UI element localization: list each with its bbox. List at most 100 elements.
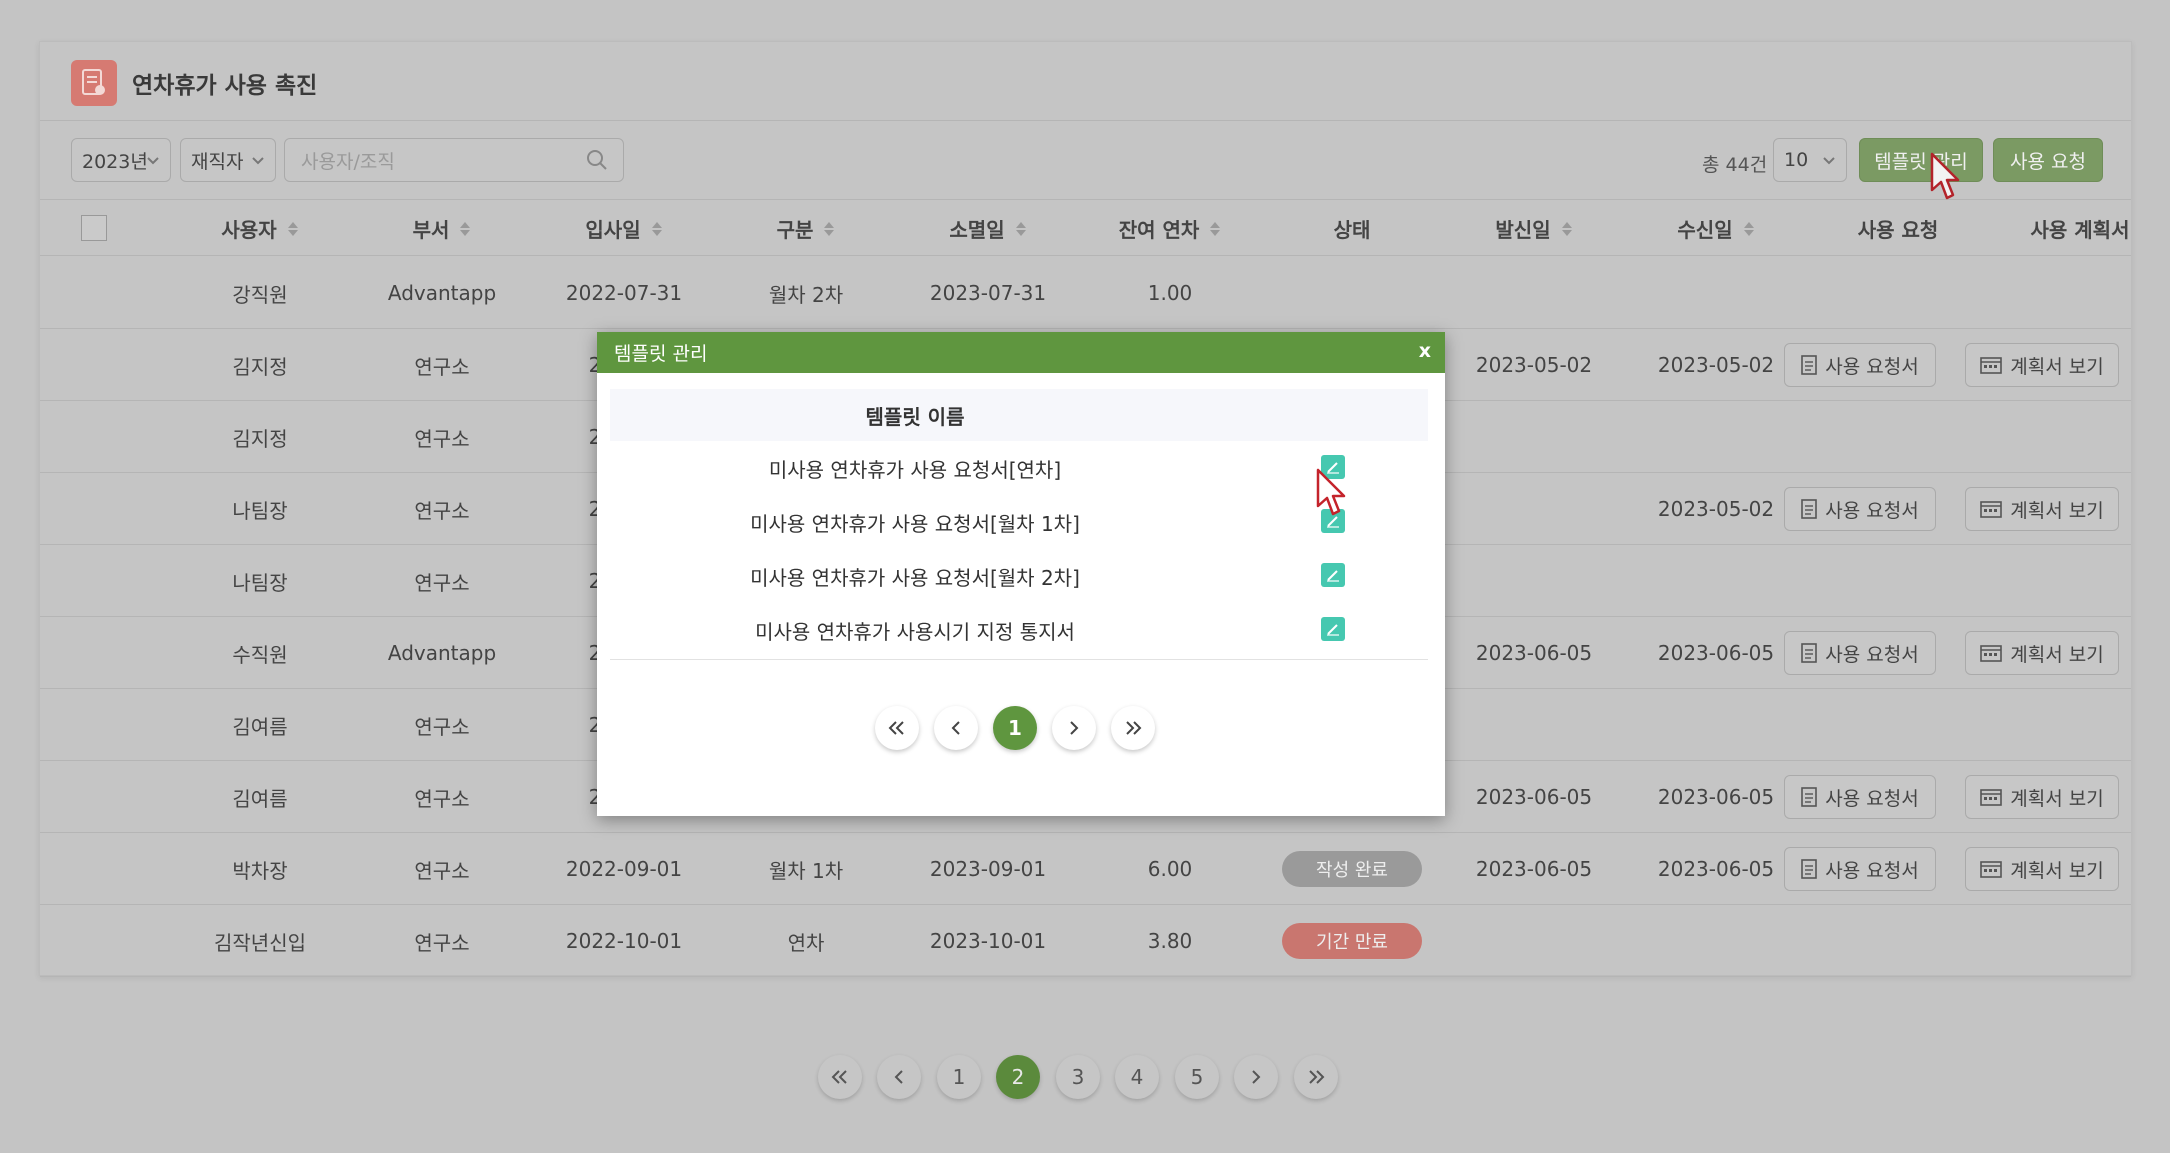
edit-template-button[interactable] bbox=[1321, 563, 1345, 587]
modal-header: 템플릿 관리 x bbox=[597, 332, 1445, 373]
edit-template-button[interactable] bbox=[1321, 617, 1345, 641]
modal-last-page-button[interactable] bbox=[1111, 706, 1155, 750]
status-select-value: 재직자 bbox=[191, 150, 244, 173]
cell-dept: Advantapp bbox=[387, 641, 497, 665]
year-select[interactable]: 2023년 bbox=[71, 138, 171, 182]
double-chevron-right-icon bbox=[1309, 1070, 1325, 1084]
table-row[interactable]: 김작년신입 연구소 2022-10-01 연차 2023-10-01 3.80 기간 만료 bbox=[40, 905, 2131, 977]
divider bbox=[610, 659, 1428, 660]
file-icon bbox=[1801, 787, 1818, 807]
col-type-label: 구분 bbox=[776, 218, 814, 242]
chevron-left-icon bbox=[951, 721, 960, 735]
cell-type: 월차 1차 bbox=[768, 858, 844, 883]
col-user[interactable]: 사용자 bbox=[170, 200, 350, 257]
modal-prev-page-button[interactable] bbox=[934, 706, 978, 750]
modal-title: 템플릿 관리 bbox=[614, 343, 708, 365]
cell-user: 김지정 bbox=[232, 426, 288, 451]
col-type[interactable]: 구분 bbox=[716, 200, 896, 257]
select-all-checkbox[interactable] bbox=[81, 215, 107, 241]
cell-expire: 2023-09-01 bbox=[929, 857, 1047, 881]
cell-dept: 연구소 bbox=[414, 498, 470, 523]
view-plan-button[interactable]: 계획서 보기 bbox=[1965, 631, 2119, 675]
page-2-button[interactable]: 2 bbox=[996, 1055, 1040, 1099]
cell-user: 김여름 bbox=[232, 714, 288, 739]
use-request-doc-label: 사용 요청서 bbox=[1825, 859, 1919, 882]
file-icon bbox=[1801, 859, 1818, 879]
use-request-doc-button[interactable]: 사용 요청서 bbox=[1784, 487, 1936, 531]
use-request-doc-label: 사용 요청서 bbox=[1825, 643, 1919, 666]
template-row: 미사용 연차휴가 사용시기 지정 통지서 bbox=[610, 603, 1428, 657]
view-plan-button[interactable]: 계획서 보기 bbox=[1965, 343, 2119, 387]
col-sent[interactable]: 발신일 bbox=[1444, 200, 1624, 257]
prev-page-button[interactable] bbox=[877, 1055, 921, 1099]
close-button[interactable]: x bbox=[1419, 340, 1431, 362]
view-plan-button[interactable]: 계획서 보기 bbox=[1965, 847, 2119, 891]
use-request-doc-label: 사용 요청서 bbox=[1825, 499, 1919, 522]
cell-received: 2023-05-02 bbox=[1657, 353, 1775, 377]
page-5-button[interactable]: 5 bbox=[1175, 1055, 1219, 1099]
cell-received: 2023-06-05 bbox=[1657, 785, 1775, 809]
card-header: 연차휴가 사용 촉진 bbox=[40, 42, 2131, 121]
employment-status-select[interactable]: 재직자 bbox=[180, 138, 276, 182]
cell-dept: 연구소 bbox=[414, 426, 470, 451]
use-request-doc-button[interactable]: 사용 요청서 bbox=[1784, 343, 1936, 387]
col-status-label: 상태 bbox=[1333, 218, 1371, 242]
col-dept[interactable]: 부서 bbox=[352, 200, 532, 257]
file-icon bbox=[1801, 643, 1818, 663]
use-request-doc-button[interactable]: 사용 요청서 bbox=[1784, 847, 1936, 891]
cell-dept: Advantapp bbox=[387, 281, 497, 305]
cell-join-date: 2022-07-31 bbox=[565, 281, 683, 305]
first-page-button[interactable] bbox=[818, 1055, 862, 1099]
cell-user: 나팀장 bbox=[232, 570, 288, 595]
cell-received: 2023-06-05 bbox=[1657, 641, 1775, 665]
calendar-icon bbox=[1980, 861, 2003, 878]
view-plan-button[interactable]: 계획서 보기 bbox=[1965, 487, 2119, 531]
cell-remaining: 3.80 bbox=[1147, 929, 1193, 953]
search-input[interactable]: 사용자/조직 bbox=[284, 138, 624, 182]
cell-dept: 연구소 bbox=[414, 354, 470, 379]
cell-sent bbox=[1444, 401, 1624, 473]
status-badge: 작성 완료 bbox=[1282, 851, 1422, 887]
cell-expire: 2023-10-01 bbox=[929, 929, 1047, 953]
template-name: 미사용 연차휴가 사용 요청서[연차] bbox=[768, 457, 1062, 482]
cell-type: 월차 2차 bbox=[768, 282, 844, 307]
chevron-down-icon bbox=[252, 157, 264, 165]
view-plan-label: 계획서 보기 bbox=[2010, 787, 2104, 810]
toolbar: 2023년 재직자 사용자/조직 총 44건 10 템플릿 관리 사용 요청 bbox=[40, 138, 2131, 188]
cell-received bbox=[1626, 689, 1806, 761]
col-join-date[interactable]: 입사일 bbox=[534, 200, 714, 257]
page-size-select[interactable]: 10 bbox=[1773, 138, 1847, 182]
page-3-button[interactable]: 3 bbox=[1056, 1055, 1100, 1099]
cell-user: 김여름 bbox=[232, 786, 288, 811]
page-1-button[interactable]: 1 bbox=[937, 1055, 981, 1099]
use-request-doc-label: 사용 요청서 bbox=[1825, 787, 1919, 810]
cell-received: 2023-05-02 bbox=[1657, 497, 1775, 521]
use-request-button[interactable]: 사용 요청 bbox=[1993, 138, 2103, 182]
search-icon[interactable] bbox=[585, 148, 609, 172]
total-count: 총 44건 bbox=[1702, 154, 1768, 176]
last-page-button[interactable] bbox=[1294, 1055, 1338, 1099]
table-row[interactable]: 박차장 연구소 2022-09-01 월차 1차 2023-09-01 6.00 2023-… bbox=[40, 833, 2131, 905]
use-request-doc-label: 사용 요청서 bbox=[1825, 355, 1919, 378]
use-request-doc-button[interactable]: 사용 요청서 bbox=[1784, 775, 1936, 819]
modal-next-page-button[interactable] bbox=[1052, 706, 1096, 750]
modal-page-1-button[interactable]: 1 bbox=[993, 706, 1037, 750]
calendar-icon bbox=[1980, 357, 2003, 374]
table-row[interactable]: 강직원 Advantapp 2022-07-31 월차 2차 2023-07-31 1.0… bbox=[40, 257, 2131, 329]
template-row: 미사용 연차휴가 사용 요청서[월차 1차] bbox=[610, 495, 1428, 549]
col-expire[interactable]: 소멸일 bbox=[898, 200, 1078, 257]
view-plan-button[interactable]: 계획서 보기 bbox=[1965, 775, 2119, 819]
col-remaining[interactable]: 잔여 연차 bbox=[1080, 200, 1260, 257]
page-4-button[interactable]: 4 bbox=[1115, 1055, 1159, 1099]
view-plan-label: 계획서 보기 bbox=[2010, 355, 2104, 378]
calendar-icon bbox=[1980, 789, 2003, 806]
next-page-button[interactable] bbox=[1234, 1055, 1278, 1099]
col-received[interactable]: 수신일 bbox=[1626, 200, 1806, 257]
use-request-doc-button[interactable]: 사용 요청서 bbox=[1784, 631, 1936, 675]
cell-dept: 연구소 bbox=[414, 858, 470, 883]
sort-icon bbox=[287, 221, 298, 236]
chevron-left-icon bbox=[894, 1070, 903, 1084]
modal-first-page-button[interactable] bbox=[875, 706, 919, 750]
template-manage-button[interactable]: 템플릿 관리 bbox=[1859, 138, 1983, 182]
cell-user: 강직원 bbox=[232, 282, 288, 307]
